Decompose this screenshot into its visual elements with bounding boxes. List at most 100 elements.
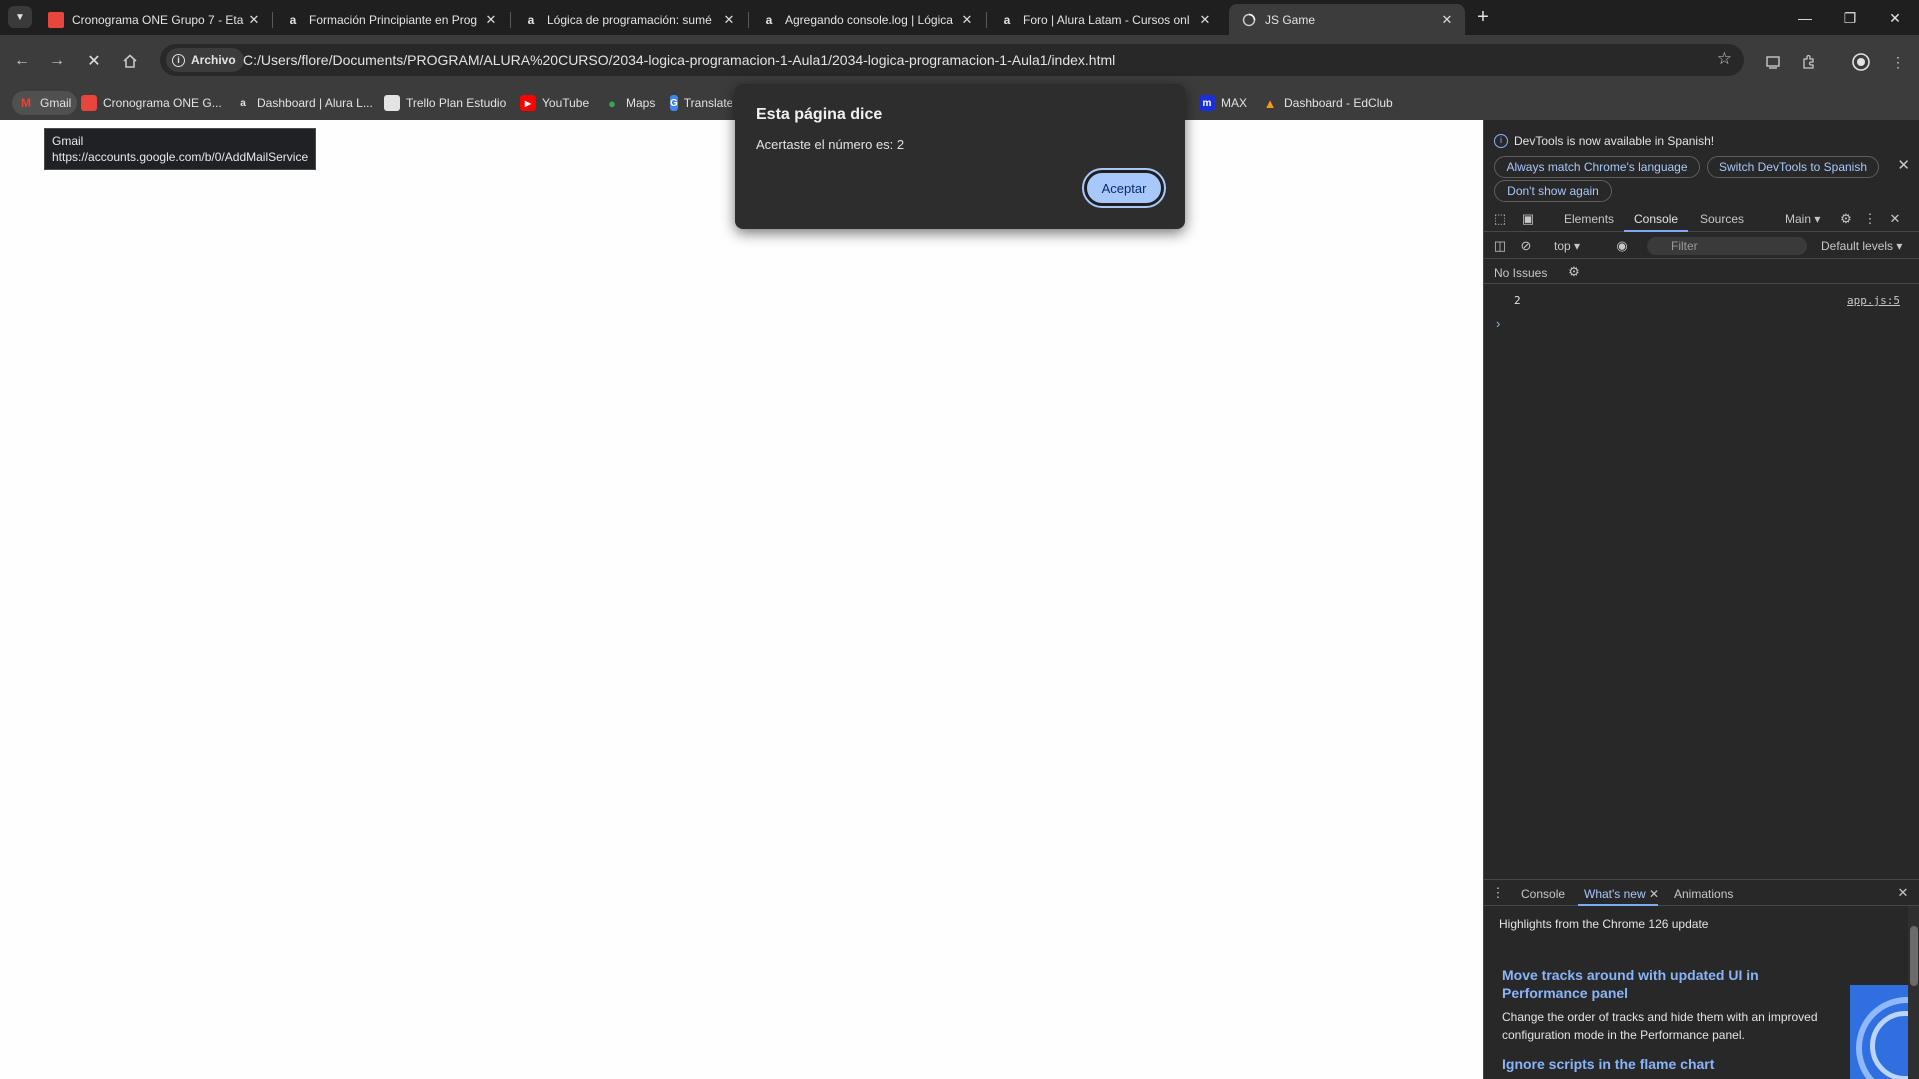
eye-icon[interactable]: ◉ bbox=[1614, 238, 1630, 254]
dont-show-again-button[interactable]: Don't show again bbox=[1494, 180, 1612, 202]
tab-formacion[interactable]: a Formación Principiante en Prog ✕ bbox=[273, 4, 509, 35]
banner-message: DevTools is now available in Spanish! bbox=[1514, 134, 1715, 148]
bookmark-youtube[interactable]: ▶ YouTube bbox=[520, 91, 589, 115]
bookmark-gmail[interactable]: M Gmail bbox=[12, 91, 78, 115]
scrollbar-thumb[interactable] bbox=[1910, 926, 1918, 986]
drawer-tab-console[interactable]: Console bbox=[1521, 887, 1565, 901]
back-arrow-icon[interactable]: ← bbox=[10, 49, 34, 73]
profile-icon[interactable] bbox=[1850, 51, 1872, 73]
more-vert-icon[interactable]: ⋮ bbox=[1887, 51, 1909, 73]
close-icon[interactable]: ✕ bbox=[1897, 156, 1910, 174]
bookmark-trello[interactable]: Trello Plan Estudio bbox=[384, 91, 506, 115]
device-toolbar-icon[interactable]: ▣ bbox=[1520, 211, 1536, 227]
tab-title: JS Game bbox=[1265, 12, 1316, 27]
inspect-element-icon[interactable]: ⬚ bbox=[1492, 211, 1508, 227]
settings-gear-icon[interactable]: ⚙ bbox=[1566, 264, 1582, 280]
tab-title: Agregando console.log | Lógica bbox=[785, 12, 953, 27]
context-select[interactable]: top ▾ bbox=[1554, 239, 1580, 253]
chevron-down-icon: ▼ bbox=[15, 11, 25, 23]
bookmark-edclub[interactable]: ▲ Dashboard - EdClub bbox=[1262, 91, 1393, 115]
feature-title-link[interactable]: Move tracks around with updated UI in Pe… bbox=[1502, 966, 1792, 1002]
filter-placeholder: Filter bbox=[1671, 239, 1698, 253]
info-icon: i bbox=[1494, 134, 1508, 148]
tab-title: Cronograma ONE Grupo 7 - Eta bbox=[72, 12, 244, 27]
close-icon[interactable]: ✕ bbox=[1649, 887, 1659, 901]
more-vert-icon[interactable]: ⋮ bbox=[1862, 211, 1878, 227]
address-bar[interactable]: i Archivo C:/Users/flore/Documents/PROGR… bbox=[160, 44, 1744, 76]
tab-elements[interactable]: Elements bbox=[1564, 212, 1614, 226]
drawer-tab-whats-new[interactable]: What's new bbox=[1584, 887, 1646, 901]
minimize-icon[interactable]: — bbox=[1795, 8, 1815, 28]
tab-agregando[interactable]: a Agregando console.log | Lógica ✕ bbox=[749, 4, 985, 35]
language-banner: i DevTools is now available in Spanish! … bbox=[1484, 120, 1919, 206]
feature-thumbnail bbox=[1850, 985, 1908, 1079]
tab-js-game[interactable]: JS Game ✕ bbox=[1229, 4, 1465, 35]
match-language-button[interactable]: Always match Chrome's language bbox=[1494, 156, 1700, 178]
forward-arrow-icon[interactable]: → bbox=[45, 49, 69, 73]
bookmark-translate[interactable]: G Translate bbox=[670, 91, 732, 115]
tab-console[interactable]: Console bbox=[1634, 212, 1678, 226]
close-window-icon[interactable]: ✕ bbox=[1885, 8, 1905, 28]
stop-loading-icon[interactable]: ✕ bbox=[82, 49, 106, 73]
bookmark-cronograma[interactable]: Cronograma ONE G... bbox=[81, 91, 222, 115]
bookmark-label: Maps bbox=[626, 96, 656, 110]
close-icon[interactable]: ✕ bbox=[1197, 12, 1213, 28]
devtools-drawer: ⋮ Console What's new ✕ Animations ✕ High… bbox=[1484, 879, 1919, 1079]
restore-icon[interactable]: ❐ bbox=[1840, 8, 1860, 28]
console-prompt-icon[interactable]: › bbox=[1496, 316, 1500, 331]
new-tab-button[interactable]: + bbox=[1473, 7, 1493, 28]
settings-gear-icon[interactable]: ⚙ bbox=[1838, 211, 1854, 227]
sidebar-toggle-icon[interactable]: ◫ bbox=[1492, 238, 1508, 254]
home-icon[interactable] bbox=[118, 49, 142, 73]
tab-sources[interactable]: Sources bbox=[1700, 212, 1744, 226]
active-tab-indicator bbox=[1624, 230, 1688, 232]
close-icon[interactable]: ✕ bbox=[246, 12, 262, 28]
close-icon[interactable]: ✕ bbox=[1439, 12, 1455, 28]
extensions-icon[interactable] bbox=[1798, 51, 1820, 73]
close-icon[interactable]: ✕ bbox=[1887, 211, 1903, 227]
close-drawer-icon[interactable]: ✕ bbox=[1895, 885, 1911, 901]
bookmark-label: Translate bbox=[683, 96, 732, 110]
log-levels-select[interactable]: Default levels ▾ bbox=[1821, 239, 1902, 253]
drawer-scrollbar[interactable] bbox=[1908, 906, 1919, 1079]
loading-globe-icon bbox=[1241, 12, 1257, 28]
drawer-tab-animations[interactable]: Animations bbox=[1674, 887, 1733, 901]
active-drawer-tab-indicator bbox=[1578, 904, 1658, 906]
close-icon[interactable]: ✕ bbox=[959, 12, 975, 28]
tab-cronograma[interactable]: Cronograma ONE Grupo 7 - Eta ✕ bbox=[36, 4, 272, 35]
close-icon[interactable]: ✕ bbox=[483, 12, 499, 28]
calendar-icon bbox=[81, 95, 97, 111]
feature-title-link[interactable]: Ignore scripts in the flame chart bbox=[1502, 1056, 1714, 1072]
console-source-link[interactable]: app.js:5 bbox=[1847, 294, 1900, 307]
switch-language-button[interactable]: Switch DevTools to Spanish bbox=[1707, 156, 1879, 178]
site-info-chip[interactable]: i Archivo bbox=[166, 48, 244, 72]
context-label: top bbox=[1554, 239, 1571, 253]
bookmark-label: Dashboard - EdClub bbox=[1284, 96, 1393, 110]
whats-new-highlights: Highlights from the Chrome 126 update bbox=[1499, 917, 1709, 931]
tab-foro[interactable]: a Foro | Alura Latam - Cursos onl ✕ bbox=[987, 4, 1223, 35]
feature-description: Change the order of tracks and hide them… bbox=[1502, 1010, 1818, 1042]
bookmark-max[interactable]: m MAX bbox=[1199, 91, 1247, 115]
devtools-panel: i DevTools is now available in Spanish! … bbox=[1483, 120, 1919, 1079]
more-vert-icon[interactable]: ⋮ bbox=[1490, 885, 1506, 901]
clear-console-icon[interactable]: ⊘ bbox=[1518, 238, 1534, 254]
translate-icon: G bbox=[670, 95, 678, 111]
bookmark-dashboard-alura[interactable]: a Dashboard | Alura L... bbox=[235, 91, 373, 115]
accept-button[interactable]: Aceptar bbox=[1082, 168, 1166, 208]
whats-new-card: Move tracks around with updated UI in Pe… bbox=[1484, 938, 1904, 1079]
close-icon[interactable]: ✕ bbox=[721, 12, 737, 28]
bookmark-star-icon[interactable]: ☆ bbox=[1717, 49, 1732, 69]
tab-logica[interactable]: a Lógica de programación: sumé ✕ bbox=[511, 4, 747, 35]
main-context-select[interactable]: Main ▾ bbox=[1785, 212, 1820, 226]
url-text[interactable]: C:/Users/flore/Documents/PROGRAM/ALURA%2… bbox=[243, 52, 1115, 68]
dialog-title: Esta página dice bbox=[756, 106, 883, 123]
tab-strip: ▼ Cronograma ONE Grupo 7 - Eta ✕ a Forma… bbox=[0, 0, 1919, 35]
devtools-tabs: ⬚ ▣ Elements Console Sources Main ▾ ⚙ ⋮ … bbox=[1484, 206, 1919, 232]
tab-search-button[interactable]: ▼ bbox=[8, 6, 32, 28]
cast-icon[interactable] bbox=[1762, 51, 1784, 73]
bookmark-maps[interactable]: ● Maps bbox=[604, 91, 655, 115]
issues-text[interactable]: No Issues bbox=[1494, 266, 1547, 280]
filter-input[interactable]: Filter bbox=[1647, 237, 1807, 255]
bookmark-label: Trello Plan Estudio bbox=[406, 96, 507, 110]
gmail-icon: M bbox=[21, 96, 31, 110]
